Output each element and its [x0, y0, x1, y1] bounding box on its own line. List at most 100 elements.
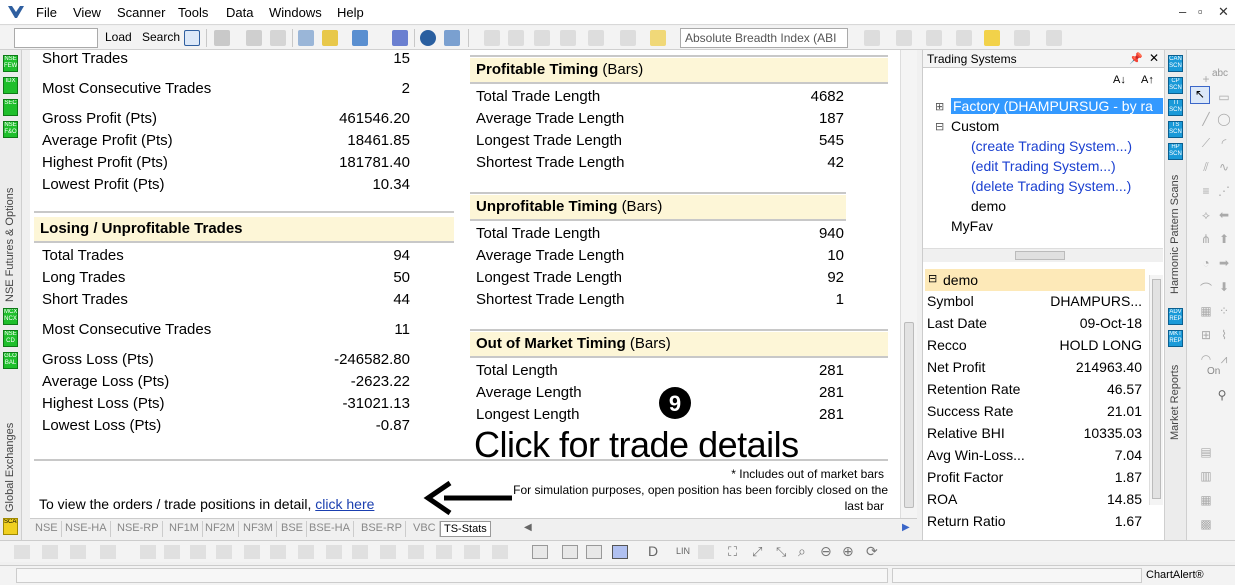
- menu-file[interactable]: File: [36, 5, 57, 20]
- pin-icon[interactable]: 📌: [1129, 52, 1143, 65]
- link-icon[interactable]: [392, 30, 408, 46]
- sec-icon[interactable]: SEC: [3, 99, 18, 116]
- arrow-right-tool-icon[interactable]: ➡: [1215, 256, 1233, 270]
- tree-item-demo[interactable]: demo: [971, 198, 1006, 214]
- search-zoom-icon[interactable]: ⌕: [798, 543, 806, 560]
- curve-tool-icon[interactable]: ⌇: [1215, 328, 1233, 342]
- fib-tool-icon[interactable]: ≡: [1197, 184, 1215, 198]
- idx-icon[interactable]: IDX: [3, 77, 18, 94]
- ma-icon[interactable]: [620, 30, 636, 46]
- load-button[interactable]: Load: [105, 30, 132, 44]
- star-icon[interactable]: [984, 30, 1000, 46]
- auto-fibo-icon[interactable]: [864, 30, 880, 46]
- tab-nse-rp[interactable]: NSE-RP: [114, 521, 163, 537]
- mkt-report-icon[interactable]: MKT REP: [1168, 330, 1183, 347]
- global-icon[interactable]: GLO BAL: [3, 352, 18, 369]
- swing-icon[interactable]: [436, 545, 452, 559]
- save-icon[interactable]: [214, 30, 230, 46]
- ts-scan-icon[interactable]: TS SCN: [1168, 121, 1183, 138]
- document-edit-icon[interactable]: [586, 545, 602, 559]
- menu-tools[interactable]: Tools: [178, 5, 208, 20]
- linear-scale-label[interactable]: LIN: [676, 546, 690, 556]
- grid-tool-icon[interactable]: ▦: [1197, 304, 1215, 318]
- nse-fo-icon[interactable]: NSE F&O: [3, 121, 18, 138]
- candle-scan-icon[interactable]: CAN SCN: [1168, 55, 1183, 72]
- gann-tool-icon[interactable]: ⟡: [1197, 208, 1215, 222]
- document-icon[interactable]: [532, 545, 548, 559]
- report-vertical-scrollbar[interactable]: [900, 50, 917, 518]
- tab-bse-ha[interactable]: BSE-HA: [306, 521, 354, 537]
- dots-tool-icon[interactable]: ⁘: [1215, 304, 1233, 318]
- chart-type-icon[interactable]: [298, 30, 314, 46]
- expand-icon[interactable]: ⊞: [935, 100, 944, 113]
- range-bar-icon[interactable]: [492, 545, 508, 559]
- area-chart-icon[interactable]: [216, 545, 232, 559]
- document-list-icon[interactable]: [562, 545, 578, 559]
- delete-tool-icon[interactable]: ▤: [1197, 445, 1215, 459]
- cursor-mode-icon[interactable]: [184, 30, 200, 46]
- sort-asc-icon[interactable]: A↓: [1113, 74, 1126, 86]
- layout-tool-icon[interactable]: ▥: [1197, 469, 1215, 483]
- matrix-tool-icon[interactable]: ▩: [1197, 517, 1215, 531]
- panel-close-icon[interactable]: ✕: [1149, 51, 1159, 65]
- channel-tool-icon[interactable]: ⫽: [1197, 160, 1215, 174]
- speed-tool-icon[interactable]: ⌒: [1197, 280, 1215, 296]
- wave-tool-icon[interactable]: ⋰: [1215, 184, 1233, 198]
- tree-horizontal-scrollbar[interactable]: [923, 248, 1163, 262]
- tab-scroll-left-icon[interactable]: ◀: [524, 522, 538, 536]
- minimize-icon[interactable]: –: [1179, 4, 1186, 19]
- tab-bse[interactable]: BSE: [278, 521, 308, 537]
- menu-scanner[interactable]: Scanner: [117, 5, 165, 20]
- tree-item-create-trading-system[interactable]: (create Trading System...): [971, 138, 1132, 154]
- numbered-list-2-icon[interactable]: [70, 545, 86, 559]
- scroll-thumb[interactable]: [1015, 251, 1065, 260]
- adv-report-icon[interactable]: ADV REP: [1168, 308, 1183, 325]
- tick-icon[interactable]: [100, 545, 116, 559]
- tree-item-myfav[interactable]: MyFav: [951, 218, 993, 234]
- magnet-on-label[interactable]: On: [1207, 366, 1220, 377]
- tree-item-factory[interactable]: Factory (DHAMPURSUG - by ra: [951, 98, 1163, 114]
- click-here-link[interactable]: click here: [315, 496, 374, 512]
- arc-tool-icon[interactable]: ◜: [1215, 136, 1233, 150]
- signal-icon[interactable]: [956, 30, 972, 46]
- refresh-icon[interactable]: ⟳: [866, 543, 878, 560]
- collapse-icon[interactable]: ⊟: [928, 272, 937, 285]
- tab-nf2m[interactable]: NF2M: [202, 521, 239, 537]
- hilo-icon[interactable]: [534, 30, 550, 46]
- mcx-ncx-icon[interactable]: MCX NCX: [3, 308, 18, 325]
- indicator-icon[interactable]: [650, 30, 666, 46]
- restore-icon[interactable]: ▫: [1198, 4, 1203, 19]
- three-line-icon[interactable]: [464, 545, 480, 559]
- numbered-list-icon[interactable]: [14, 545, 30, 559]
- tab-scroll-right-icon[interactable]: ▶: [902, 522, 916, 536]
- tree-item-custom[interactable]: Custom: [951, 118, 999, 134]
- symbol-input[interactable]: [14, 28, 98, 48]
- ti-scan-icon[interactable]: TI SCN: [1168, 99, 1183, 116]
- ms-icon[interactable]: [612, 545, 628, 559]
- preview-icon[interactable]: [270, 30, 286, 46]
- diamond-icon[interactable]: [322, 30, 338, 46]
- volume-icon[interactable]: [352, 545, 368, 559]
- kagi-icon[interactable]: [244, 545, 260, 559]
- tab-nse[interactable]: NSE: [32, 521, 62, 537]
- arc2-tool-icon[interactable]: ◠: [1197, 352, 1215, 366]
- bars-icon[interactable]: [508, 30, 524, 46]
- shrink-icon[interactable]: ⤡: [776, 544, 786, 560]
- zigzag-tool-icon[interactable]: ⩘: [1215, 352, 1233, 366]
- arrow-up-tool-icon[interactable]: ⬆: [1215, 232, 1233, 246]
- candle-icon[interactable]: [164, 545, 180, 559]
- zoom-in-icon[interactable]: ⊕: [842, 543, 854, 560]
- dots-icon[interactable]: [588, 30, 604, 46]
- table-tool-icon[interactable]: ▦: [1197, 493, 1215, 507]
- indicator-select[interactable]: Absolute Breadth Index (ABI: [680, 28, 848, 48]
- cloud-icon[interactable]: [380, 545, 396, 559]
- tab-nf1m[interactable]: NF1M: [166, 521, 203, 537]
- calendar-icon[interactable]: [444, 30, 460, 46]
- tab-nf3m[interactable]: NF3M: [240, 521, 277, 537]
- pattern-list-icon[interactable]: [42, 545, 58, 559]
- pivot-icon[interactable]: [896, 30, 912, 46]
- magnet-icon[interactable]: ⚲: [1213, 388, 1231, 402]
- nse-cd-icon[interactable]: NSE CD: [3, 330, 18, 347]
- pattern-icon[interactable]: [1014, 30, 1030, 46]
- rectangle-tool-icon[interactable]: ▭: [1215, 90, 1233, 104]
